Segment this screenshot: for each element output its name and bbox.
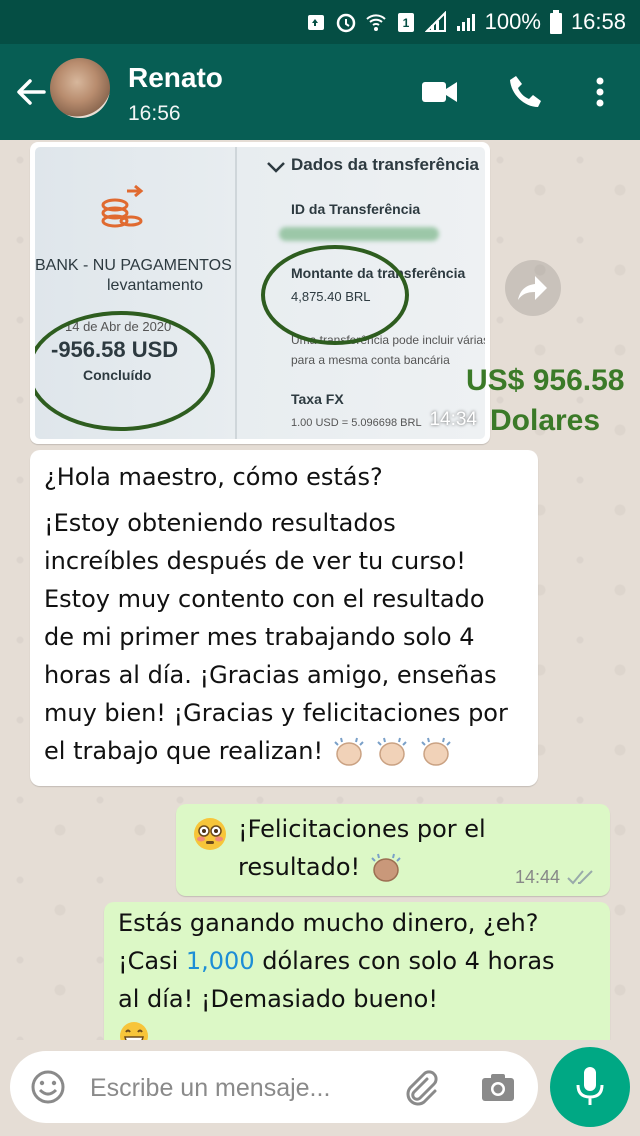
transfer-id-label: ID da Transferência [291, 201, 421, 217]
message-line: muy bien! ¡Gracias y felicitaciones por [44, 699, 508, 727]
redaction-blur [279, 227, 439, 241]
message-line: Estoy muy contento con el resultado [44, 585, 485, 613]
outgoing-message[interactable]: Estás ganando mucho dinero, ¿eh? ¡Casi 1… [104, 902, 610, 1040]
message-line: resultado! [238, 853, 361, 881]
incoming-message[interactable]: ¿Hola maestro, cómo estás? ¡Estoy obteni… [30, 450, 538, 786]
grinning-face-emoji-icon [120, 1022, 148, 1040]
message-line: ¡Felicitaciones por el [238, 815, 486, 843]
status-bar: 1 100% 16:58 [0, 0, 640, 44]
highlight-circle-brl [261, 245, 409, 345]
more-options-icon[interactable] [580, 72, 620, 112]
message-line: ¿Hola maestro, cómo estás? [44, 463, 383, 491]
image-message[interactable]: BANK - NU PAGAMENTOS levantamento 14 de … [30, 142, 490, 444]
message-line-last: resultado! [238, 848, 486, 886]
message-line: Estás ganando mucho dinero, ¿eh? [118, 909, 539, 937]
signal-bars-icon [456, 14, 475, 31]
wifi-icon [365, 14, 386, 31]
clapping-hands-emoji-icon [377, 737, 408, 766]
message-line: horas al día. ¡Gracias amigo, enseñas [44, 661, 497, 689]
message-text-span: ¡Casi [118, 947, 186, 975]
sim-icon: 1 [397, 13, 414, 32]
message-line: ¡Casi 1,000 dólares con solo 4 horas [118, 942, 555, 980]
note-line-2: para a mesma conta bancária [291, 353, 450, 367]
clapping-hands-emoji-icon [334, 737, 364, 766]
last-seen: 16:56 [128, 102, 181, 125]
mic-icon [576, 1067, 604, 1105]
flushed-face-emoji-icon [194, 818, 226, 850]
fx-label: Taxa FX [291, 391, 344, 407]
message-line-last: el trabajo que realizan! [44, 732, 508, 770]
message-line: ¡Estoy obteniendo resultados [44, 509, 396, 537]
overlay-currency: Dolares [490, 404, 601, 437]
message-text: ¡Felicitaciones por el resultado! [238, 810, 486, 886]
message-input[interactable] [88, 1069, 392, 1107]
image-timestamp: 14:34 [429, 409, 477, 430]
signal-icon [424, 11, 446, 32]
composer-bar [0, 1040, 640, 1136]
phone-icon[interactable] [506, 72, 546, 112]
fx-value: 1.00 USD = 5.096698 BRL [291, 417, 422, 429]
data-saver-icon [307, 15, 324, 30]
forward-icon[interactable] [505, 260, 561, 316]
bank-name: BANK - NU PAGAMENTOS [35, 257, 232, 274]
message-meta: 14:44 [515, 867, 596, 888]
svg-text:1: 1 [402, 16, 409, 30]
transfer-photo[interactable]: BANK - NU PAGAMENTOS levantamento 14 de … [35, 147, 485, 439]
video-call-icon[interactable] [420, 72, 460, 112]
clapping-hands-emoji-icon [371, 853, 401, 882]
camera-icon[interactable] [478, 1067, 518, 1107]
overlay-amount: US$ 956.58 [466, 364, 625, 397]
chat-area[interactable]: BANK - NU PAGAMENTOS levantamento 14 de … [0, 140, 640, 1040]
coins-icon [101, 184, 144, 228]
message-line: de mi primer mes trabajando solo 4 [44, 623, 475, 651]
message-text-span: dólares con solo 4 horas [254, 947, 555, 975]
clock: 16:58 [570, 9, 626, 34]
double-check-icon [567, 869, 593, 884]
message-input-box[interactable] [10, 1051, 538, 1123]
highlight-circle-usd [35, 311, 215, 431]
chat-header: Renato 16:56 [0, 44, 640, 140]
avatar[interactable] [50, 58, 110, 118]
bank-subtitle: levantamento [107, 277, 204, 294]
outgoing-message[interactable]: ¡Felicitaciones por el resultado! 14:44 [176, 804, 610, 896]
alarm-icon [336, 13, 355, 33]
back-arrow-icon[interactable] [12, 74, 48, 110]
message-timestamp: 14:44 [514, 867, 560, 887]
battery-icon [549, 10, 562, 34]
chevron-down-icon [267, 162, 285, 173]
status-icons: 1 100% 16:58 [305, 8, 626, 36]
message-line: al día! ¡Demasiado bueno! [118, 985, 438, 1013]
battery-percent: 100% [484, 9, 541, 34]
message-line: increíbles después de ver tu curso! [44, 547, 466, 575]
message-line: el trabajo que realizan! [44, 737, 324, 765]
emoji-icon[interactable] [28, 1067, 68, 1107]
photo-divider [235, 147, 237, 439]
highlighted-amount: 1,000 [185, 947, 255, 975]
section-title: Dados da transferência [291, 155, 480, 174]
attach-icon[interactable] [400, 1067, 440, 1107]
mic-button[interactable] [550, 1047, 630, 1127]
contact-name[interactable]: Renato [128, 62, 223, 94]
message-text: ¿Hola maestro, cómo estás? ¡Estoy obteni… [44, 458, 508, 770]
clapping-hands-emoji-icon [421, 737, 451, 766]
message-text: Estás ganando mucho dinero, ¿eh? ¡Casi 1… [118, 904, 555, 1040]
